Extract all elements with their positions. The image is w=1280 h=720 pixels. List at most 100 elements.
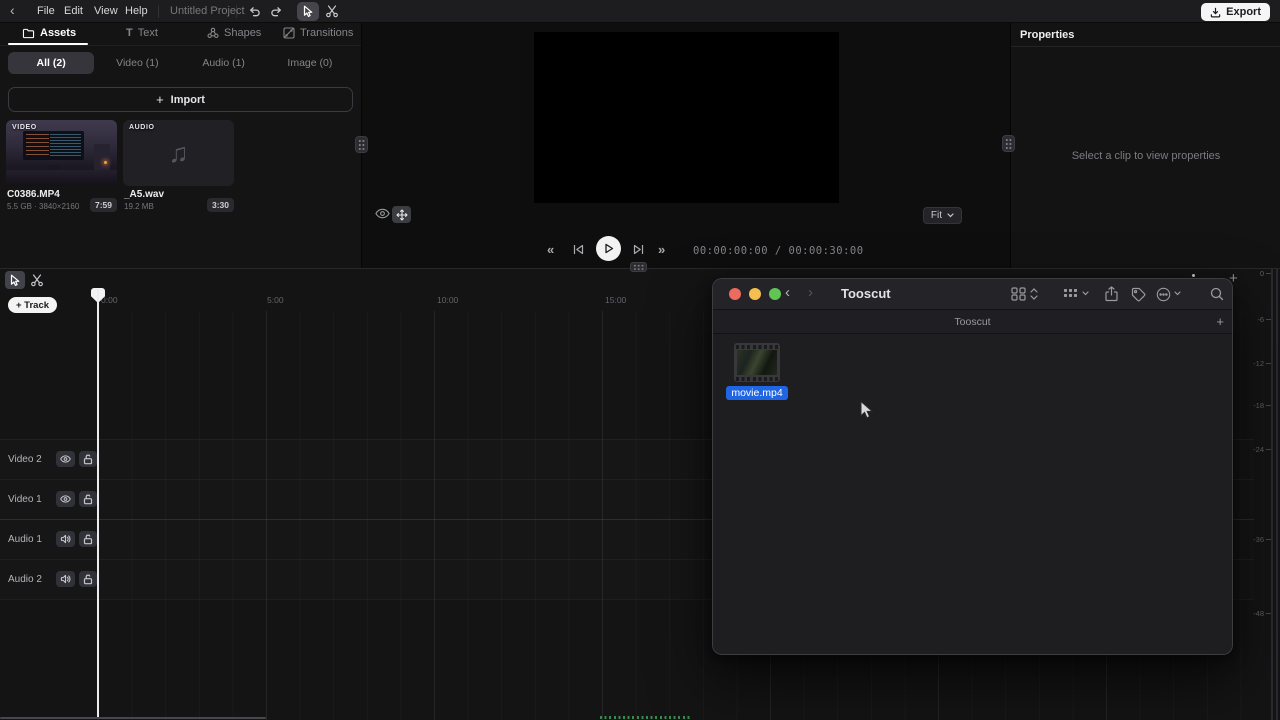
track-lock-button[interactable] <box>79 531 98 547</box>
track-mute-button[interactable] <box>56 571 75 587</box>
previous-frame-button[interactable] <box>572 243 585 256</box>
more-options-button[interactable] <box>1156 287 1171 302</box>
audio-thumbnail: AUDIO ♫ <box>123 120 234 186</box>
finder-content[interactable]: movie.mp4 <box>713 335 1232 654</box>
menu-edit[interactable]: Edit <box>64 5 83 17</box>
speaker-icon <box>60 534 71 544</box>
import-button[interactable]: + Import <box>8 87 353 112</box>
finder-forward-button[interactable]: › <box>808 284 813 301</box>
fast-forward-button[interactable]: » <box>658 242 665 257</box>
project-title: Untitled Project <box>170 5 245 17</box>
finder-tab-title[interactable]: Tooscut <box>713 316 1232 328</box>
menu-view[interactable]: View <box>94 5 118 17</box>
left-panel-resize-handle[interactable] <box>355 136 368 153</box>
track-mute-button[interactable] <box>56 531 75 547</box>
back-icon[interactable]: ‹ <box>10 2 15 18</box>
eye-icon <box>375 208 390 219</box>
scissors-icon <box>325 5 339 18</box>
finder-tab-bar: Tooscut + <box>713 309 1232 334</box>
add-track-button[interactable]: + Track <box>8 297 57 313</box>
meter-label: 0 <box>1246 269 1264 278</box>
track-visibility-button[interactable] <box>56 451 75 467</box>
duration-badge: 7:59 <box>90 198 117 212</box>
finder-window[interactable]: ‹ › Tooscut Tooscut + movie.mp4 <box>712 278 1233 655</box>
meter-label: -48 <box>1246 609 1264 618</box>
play-icon <box>604 243 614 254</box>
tab-transitions[interactable]: Transitions <box>283 27 353 39</box>
scissors-icon <box>30 274 44 287</box>
tab-assets[interactable]: Assets <box>22 27 76 39</box>
asset-name: _A5.wav <box>124 189 164 200</box>
active-tab-underline <box>8 43 88 45</box>
track-lock-button[interactable] <box>79 571 98 587</box>
audio-meter-left <box>1271 269 1273 720</box>
skip-start-icon <box>572 243 585 256</box>
pan-tool-button[interactable] <box>392 206 411 223</box>
menu-help[interactable]: Help <box>125 5 148 17</box>
chevron-up-down-icon[interactable] <box>1030 287 1038 301</box>
filter-image[interactable]: Image (0) <box>267 52 353 74</box>
menu-file[interactable]: File <box>37 5 55 17</box>
select-tool-button[interactable] <box>297 2 319 21</box>
eye-icon <box>60 495 71 503</box>
right-panel-resize-handle[interactable] <box>1002 135 1015 152</box>
asset-filters: All (2) Video (1) Audio (1) Image (0) <box>8 52 353 74</box>
folder-icon <box>22 28 35 39</box>
rewind-button[interactable]: « <box>547 242 554 257</box>
asset-meta: 19.2 MB <box>124 202 154 211</box>
export-button[interactable]: Export <box>1201 3 1270 21</box>
menubar-divider <box>158 5 159 18</box>
tag-icon[interactable] <box>1131 287 1146 302</box>
finder-titlebar[interactable]: ‹ › Tooscut <box>713 279 1232 309</box>
search-icon[interactable] <box>1210 287 1224 301</box>
track-lock-button[interactable] <box>79 491 98 507</box>
share-icon[interactable] <box>1105 286 1118 302</box>
shapes-icon <box>207 27 219 39</box>
cut-tool-button[interactable] <box>322 3 342 20</box>
asset-card-audio[interactable]: AUDIO ♫ _A5.wav 19.2 MB 3:30 <box>123 120 234 214</box>
asset-type-badge: VIDEO <box>12 124 37 131</box>
minimize-icon[interactable] <box>749 288 761 300</box>
filter-all[interactable]: All (2) <box>8 52 94 74</box>
filter-video[interactable]: Video (1) <box>94 52 180 74</box>
play-button[interactable] <box>596 236 621 261</box>
tab-text-label: Text <box>138 27 158 39</box>
tab-text[interactable]: T Text <box>126 27 158 39</box>
new-tab-button[interactable]: + <box>1216 314 1224 329</box>
maximize-icon[interactable] <box>769 288 781 300</box>
timeline-cut-tool[interactable] <box>27 271 47 289</box>
menubar-divider <box>236 5 237 18</box>
zoom-fit-dropdown[interactable]: Fit <box>923 207 962 224</box>
waveform-minimap <box>600 716 692 720</box>
preview-visibility-button[interactable] <box>375 208 390 219</box>
group-by-button[interactable] <box>1063 288 1078 300</box>
meter-label: -12 <box>1246 359 1264 368</box>
ruler-label: 5:00 <box>267 295 284 305</box>
file-item-movie[interactable]: movie.mp4 <box>731 343 783 400</box>
tab-shapes[interactable]: Shapes <box>207 27 261 39</box>
next-frame-button[interactable] <box>632 243 645 256</box>
redo-button[interactable] <box>266 3 286 20</box>
track-header-video-1: Video 1 <box>0 479 97 519</box>
filter-audio[interactable]: Audio (1) <box>181 52 267 74</box>
view-options-button[interactable] <box>1011 287 1026 301</box>
timeline-resize-handle[interactable] <box>630 262 647 272</box>
transitions-icon <box>283 27 295 39</box>
track-visibility-button[interactable] <box>56 491 75 507</box>
track-lock-button[interactable] <box>79 451 98 467</box>
file-name-selected[interactable]: movie.mp4 <box>726 386 787 400</box>
undo-button[interactable] <box>244 3 264 20</box>
close-icon[interactable] <box>729 288 741 300</box>
ruler-label: 10:00 <box>437 295 458 305</box>
timeline-select-tool[interactable] <box>5 271 25 289</box>
export-icon <box>1210 7 1221 18</box>
asset-name: C0386.MP4 <box>7 189 60 200</box>
audio-meter-right <box>1276 269 1278 720</box>
tab-transitions-label: Transitions <box>300 27 353 39</box>
movie-file-icon <box>734 343 780 382</box>
asset-card-video[interactable]: VIDEO C0386.MP4 5.5 GB · 3840×2160 7:59 <box>6 120 117 214</box>
music-note-icon: ♫ <box>168 138 188 169</box>
move-icon <box>396 209 408 221</box>
timeline-scrollbar[interactable] <box>0 717 266 720</box>
finder-back-button[interactable]: ‹ <box>785 284 790 301</box>
